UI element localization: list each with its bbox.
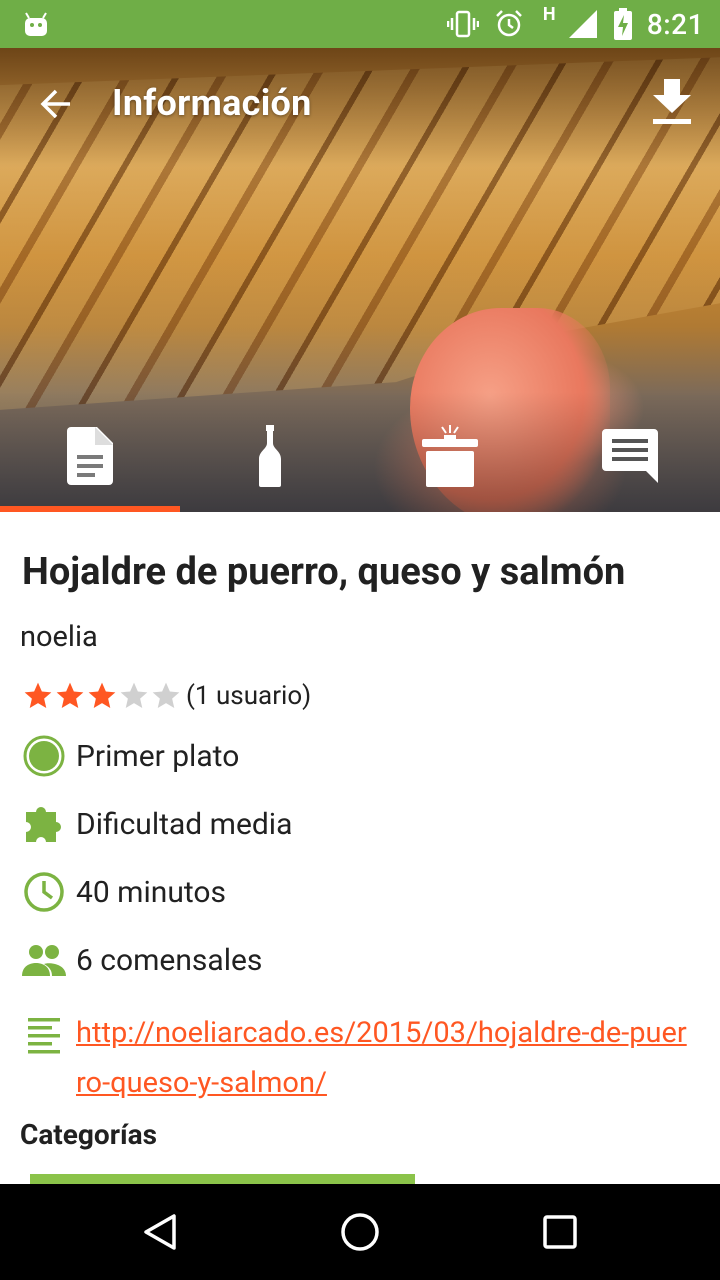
course-row: Primer plato bbox=[20, 732, 239, 780]
triangle-back-icon bbox=[144, 1214, 176, 1250]
status-time: 8:21 bbox=[646, 7, 704, 41]
document-icon bbox=[67, 427, 113, 485]
bottle-icon bbox=[259, 425, 281, 487]
vibrate-icon bbox=[446, 8, 479, 40]
square-recents-icon bbox=[543, 1215, 577, 1249]
navigation-bar bbox=[0, 1184, 720, 1280]
star-filled-icon bbox=[88, 682, 116, 708]
battery-charging-icon bbox=[613, 8, 633, 40]
toolbar-title: Información bbox=[112, 82, 312, 124]
time-text: 40 minutos bbox=[76, 874, 226, 910]
rating-count: (1 usuario) bbox=[186, 681, 312, 711]
nav-back-button[interactable] bbox=[136, 1208, 184, 1256]
people-icon bbox=[20, 936, 68, 984]
puzzle-icon bbox=[20, 800, 68, 848]
network-type-label: H bbox=[542, 4, 556, 25]
back-button[interactable] bbox=[32, 80, 80, 128]
download-button[interactable] bbox=[646, 76, 698, 128]
text-lines-icon bbox=[20, 1010, 68, 1058]
download-icon bbox=[653, 79, 691, 124]
star-empty-icon bbox=[120, 682, 148, 708]
tab-wine[interactable] bbox=[180, 400, 360, 512]
tab-comments[interactable] bbox=[540, 400, 720, 512]
source-link-row: http://noeliarcado.es/2015/03/hojaldre-d… bbox=[20, 1008, 696, 1108]
recipe-title: Hojaldre de puerro, queso y salmón bbox=[22, 550, 626, 594]
servings-text: 6 comensales bbox=[76, 942, 263, 978]
star-filled-icon bbox=[24, 682, 52, 708]
categories-heading: Categorías bbox=[20, 1118, 157, 1151]
difficulty-row: Dificultad media bbox=[20, 800, 292, 848]
nav-home-button[interactable] bbox=[336, 1208, 384, 1256]
recipe-info-panel: Hojaldre de puerro, queso y salmón noeli… bbox=[0, 512, 720, 1184]
comment-icon bbox=[602, 429, 658, 483]
tab-preparation[interactable] bbox=[360, 400, 540, 512]
recipe-author[interactable]: noelia bbox=[20, 620, 98, 654]
toolbar: Información bbox=[0, 48, 720, 160]
star-filled-icon bbox=[56, 682, 84, 708]
rating[interactable]: (1 usuario) bbox=[22, 678, 311, 714]
difficulty-text: Dificultad media bbox=[76, 806, 293, 842]
source-url-link[interactable]: http://noeliarcado.es/2015/03/hojaldre-d… bbox=[76, 1008, 696, 1108]
android-icon bbox=[22, 10, 50, 38]
time-row: 40 minutos bbox=[20, 868, 226, 916]
arrow-back-icon bbox=[40, 89, 70, 119]
tab-bar bbox=[0, 400, 720, 512]
course-text: Primer plato bbox=[76, 738, 240, 774]
pot-icon bbox=[422, 425, 478, 487]
servings-row: 6 comensales bbox=[20, 936, 262, 984]
nav-recents-button[interactable] bbox=[536, 1208, 584, 1256]
category-chip[interactable] bbox=[30, 1174, 415, 1184]
star-empty-icon bbox=[152, 682, 180, 708]
signal-icon: H bbox=[539, 4, 599, 40]
alarm-icon bbox=[493, 8, 525, 40]
status-bar: H 8:21 bbox=[0, 0, 720, 48]
tab-information[interactable] bbox=[0, 400, 180, 512]
circle-icon bbox=[20, 732, 68, 780]
circle-home-icon bbox=[341, 1213, 379, 1251]
clock-icon bbox=[20, 868, 68, 916]
